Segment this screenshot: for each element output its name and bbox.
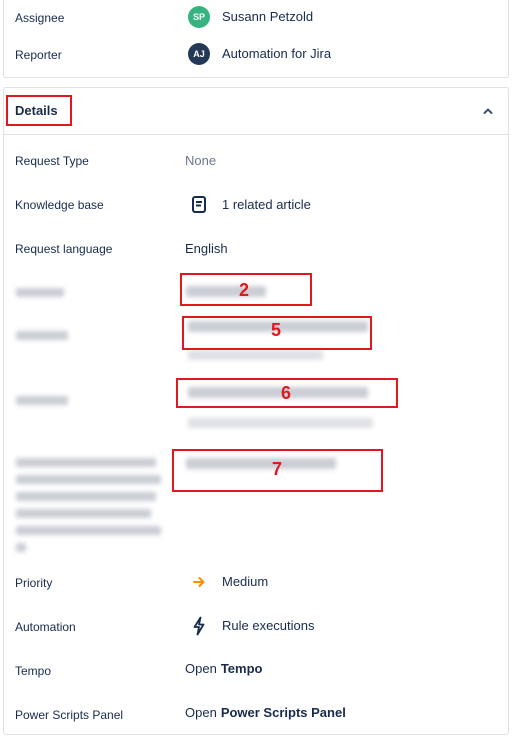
power-scripts-open-link[interactable]: Open Power Scripts Panel [185, 704, 346, 722]
assignee-value[interactable]: SP Susann Petzold [188, 6, 313, 28]
reporter-avatar[interactable]: AJ [188, 43, 210, 65]
arrow-right-icon [188, 571, 210, 593]
request-type-value[interactable]: None [185, 152, 216, 170]
annotation-number-6: 6 [281, 383, 292, 403]
automation-link[interactable]: Rule executions [222, 617, 315, 635]
reporter-label: Reporter [15, 48, 62, 62]
automation-label: Automation [15, 620, 76, 634]
redacted-label [16, 526, 161, 535]
tempo-open-link[interactable]: Open Tempo [185, 660, 262, 678]
redacted-label [16, 288, 64, 297]
chevron-up-icon[interactable] [480, 103, 496, 119]
tempo-name: Tempo [220, 661, 263, 676]
details-header[interactable]: Details [4, 88, 508, 135]
details-panel: Details Request Type None Knowledge base… [3, 87, 509, 735]
redacted-label [16, 475, 161, 484]
assignee-label: Assignee [15, 11, 65, 25]
lightning-icon [188, 615, 210, 637]
redacted-label [16, 492, 156, 501]
reporter-name[interactable]: Automation for Jira [222, 45, 331, 63]
redacted-label [16, 543, 26, 552]
tempo-open-text: Open [185, 661, 217, 676]
annotation-number-7: 7 [272, 459, 283, 479]
redacted-label [16, 396, 68, 405]
automation-value[interactable]: Rule executions [188, 615, 315, 637]
redacted-value [188, 350, 323, 360]
reporter-value[interactable]: AJ Automation for Jira [188, 43, 331, 65]
priority-label: Priority [15, 576, 53, 590]
redacted-label [16, 458, 156, 467]
annotation-number-5: 5 [271, 320, 282, 340]
assignee-name[interactable]: Susann Petzold [222, 8, 313, 26]
request-language-label: Request language [15, 242, 113, 256]
power-scripts-open-text: Open [185, 705, 217, 720]
request-type-label: Request Type [15, 154, 89, 168]
knowledge-base-value[interactable]: 1 related article [188, 194, 311, 216]
redacted-label [16, 331, 68, 340]
power-scripts-name: Power Scripts Panel [220, 705, 346, 720]
annotation-number-2: 2 [239, 280, 250, 300]
knowledge-base-link[interactable]: 1 related article [222, 196, 311, 214]
redacted-value [188, 418, 373, 428]
priority-text[interactable]: Medium [222, 573, 268, 591]
priority-value[interactable]: Medium [188, 571, 268, 593]
people-panel: Assignee SP Susann Petzold Reporter AJ A… [3, 0, 509, 78]
tempo-label: Tempo [15, 664, 52, 678]
redacted-label [16, 509, 151, 518]
annotation-box-details [6, 95, 72, 126]
book-icon [188, 194, 210, 216]
assignee-avatar[interactable]: SP [188, 6, 210, 28]
power-scripts-label: Power Scripts Panel [15, 708, 124, 722]
request-language-value[interactable]: English [185, 240, 228, 258]
knowledge-base-label: Knowledge base [15, 198, 104, 212]
